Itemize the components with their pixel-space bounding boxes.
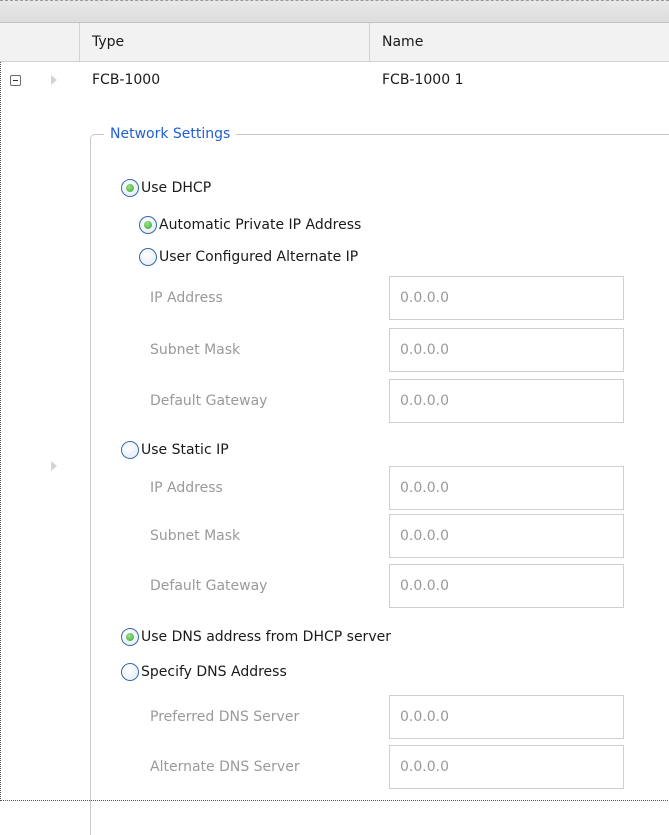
- alt-ip-address-label: IP Address: [150, 290, 223, 306]
- column-separator: [369, 23, 370, 61]
- column-separator: [79, 23, 80, 61]
- detail-row-indicator-icon: [51, 461, 57, 471]
- auto-private-ip-option[interactable]: Automatic Private IP Address: [139, 213, 361, 237]
- static-default-gateway-label: Default Gateway: [150, 578, 268, 594]
- static-ip-address-field[interactable]: 0.0.0.0: [389, 466, 624, 510]
- preferred-dns-label: Preferred DNS Server: [150, 709, 300, 725]
- specify-dns-option[interactable]: Specify DNS Address: [121, 660, 287, 684]
- static-subnet-mask-label: Subnet Mask: [150, 528, 241, 544]
- static-ip-address-label: IP Address: [150, 480, 223, 496]
- preferred-dns-field[interactable]: 0.0.0.0: [389, 695, 624, 739]
- user-configured-alt-label: User Configured Alternate IP: [159, 249, 359, 265]
- radio-icon[interactable]: [139, 248, 157, 266]
- user-configured-alt-option[interactable]: User Configured Alternate IP: [139, 245, 358, 269]
- use-dhcp-option[interactable]: Use DHCP: [121, 176, 211, 200]
- auto-private-ip-label: Automatic Private IP Address: [159, 217, 362, 233]
- use-dhcp-label: Use DHCP: [141, 180, 212, 196]
- radio-icon[interactable]: [139, 216, 157, 234]
- alt-subnet-mask-label: Subnet Mask: [150, 342, 241, 358]
- cell-type: FCB-1000: [92, 72, 161, 88]
- cell-name: FCB-1000 1: [382, 72, 464, 88]
- alt-default-gateway-field[interactable]: 0.0.0.0: [389, 379, 624, 423]
- alternate-dns-field[interactable]: 0.0.0.0: [389, 745, 624, 789]
- collapse-icon[interactable]: [10, 75, 21, 86]
- alt-ip-address-field[interactable]: 0.0.0.0: [389, 276, 624, 320]
- use-dns-dhcp-option[interactable]: Use DNS address from DHCP server: [121, 625, 391, 649]
- use-static-ip-label: Use Static IP: [141, 442, 229, 458]
- use-static-ip-option[interactable]: Use Static IP: [121, 438, 229, 462]
- static-default-gateway-field[interactable]: 0.0.0.0: [389, 564, 624, 608]
- radio-icon[interactable]: [121, 628, 139, 646]
- title-bar: [0, 0, 669, 23]
- column-header-name[interactable]: Name: [382, 23, 423, 61]
- specify-dns-label: Specify DNS Address: [141, 664, 287, 680]
- table-row[interactable]: FCB-1000 FCB-1000 1: [0, 62, 669, 98]
- static-subnet-mask-field[interactable]: 0.0.0.0: [389, 514, 624, 558]
- radio-icon[interactable]: [121, 441, 139, 459]
- radio-icon[interactable]: [121, 179, 139, 197]
- radio-icon[interactable]: [121, 663, 139, 681]
- row-indicator-icon: [51, 75, 57, 85]
- use-dns-dhcp-label: Use DNS address from DHCP server: [141, 629, 391, 645]
- grid-header: Type Name: [0, 23, 669, 62]
- alternate-dns-label: Alternate DNS Server: [150, 759, 300, 775]
- column-header-type[interactable]: Type: [92, 23, 124, 61]
- alt-default-gateway-label: Default Gateway: [150, 393, 268, 409]
- network-settings-title: Network Settings: [104, 122, 237, 146]
- alt-subnet-mask-field[interactable]: 0.0.0.0: [389, 328, 624, 372]
